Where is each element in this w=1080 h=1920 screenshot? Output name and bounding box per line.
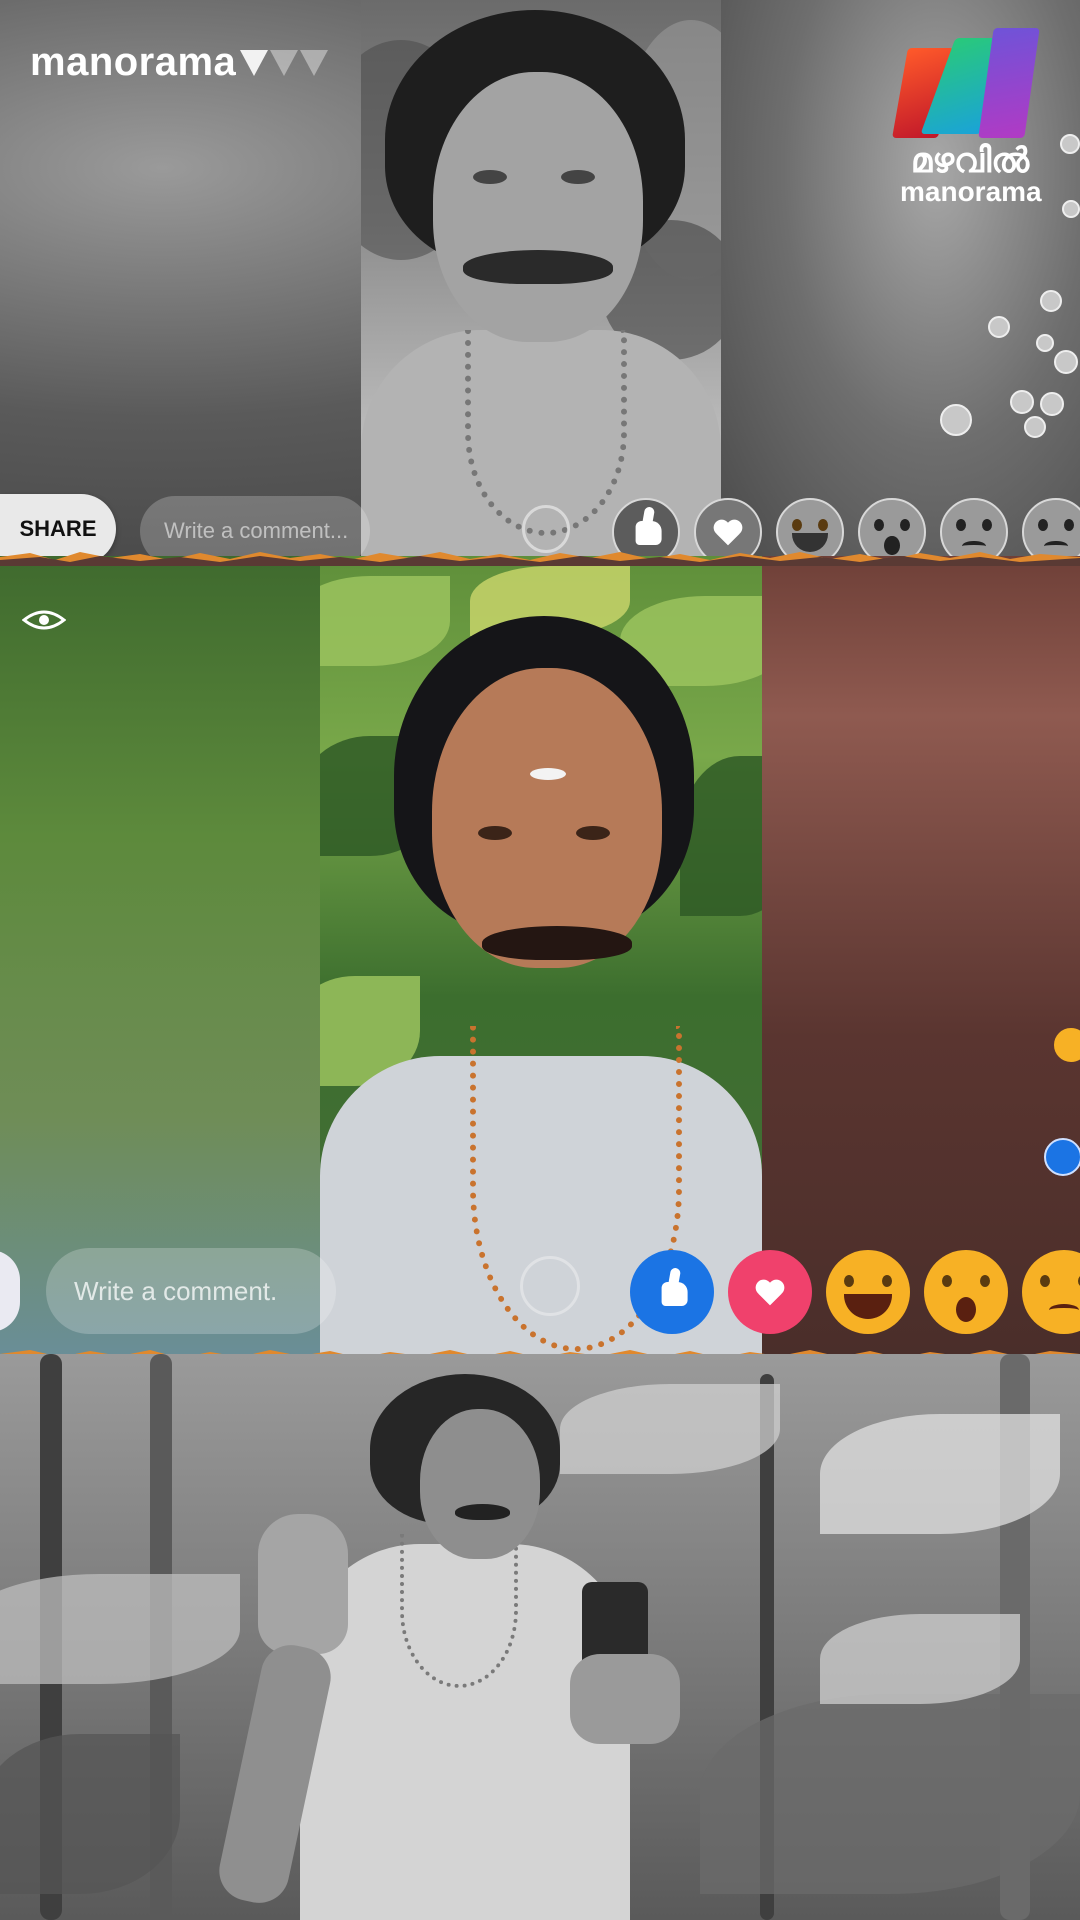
floating-like-icon — [1044, 1138, 1080, 1176]
reaction-bar — [630, 1250, 1080, 1334]
floating-reaction-icon — [1040, 392, 1064, 416]
floating-reaction-icon — [1036, 334, 1054, 352]
logo-malayalam-text: മഴവിൽ — [910, 142, 1030, 180]
floating-reaction-icon — [1010, 390, 1034, 414]
views-icon — [22, 610, 66, 630]
emoji-picker-icon[interactable] — [522, 505, 570, 553]
floating-wow-icon — [1054, 1028, 1080, 1062]
floating-reaction-icon — [1054, 350, 1078, 374]
blurred-background-left — [0, 556, 320, 1358]
middle-video-frame — [320, 556, 762, 1358]
emoji-picker-icon[interactable] — [520, 1256, 580, 1316]
max-mark-icon — [240, 49, 329, 76]
floating-reaction-icon — [940, 404, 972, 436]
logo-text: manorama — [30, 40, 237, 84]
comment-input[interactable]: Write a comment. — [46, 1248, 336, 1334]
floating-reaction-icon — [1060, 134, 1080, 154]
torn-edge-divider — [0, 552, 1080, 566]
logo-english-text: manorama — [900, 176, 1042, 207]
top-video-panel: manorama മഴവിൽ manorama SHARE Write a co… — [0, 0, 1080, 560]
top-video-frame — [361, 0, 721, 560]
bottom-video-panel — [0, 1354, 1080, 1920]
sad-icon[interactable] — [1022, 1250, 1080, 1334]
love-icon[interactable] — [728, 1250, 812, 1334]
manorama-max-logo: manorama — [30, 40, 329, 85]
floating-reaction-icon — [1040, 290, 1062, 312]
middle-video-panel: Write a comment. — [0, 556, 1080, 1358]
haha-icon[interactable] — [826, 1250, 910, 1334]
floating-reaction-icon — [988, 316, 1010, 338]
like-icon[interactable] — [630, 1250, 714, 1334]
floating-reaction-icon — [1024, 416, 1046, 438]
mazhavil-manorama-logo: മഴവിൽ manorama — [892, 28, 1042, 207]
floating-reaction-icon — [1062, 200, 1080, 218]
blurred-background-right — [762, 556, 1080, 1358]
wow-icon[interactable] — [924, 1250, 1008, 1334]
m-logo-icon — [892, 28, 1040, 140]
